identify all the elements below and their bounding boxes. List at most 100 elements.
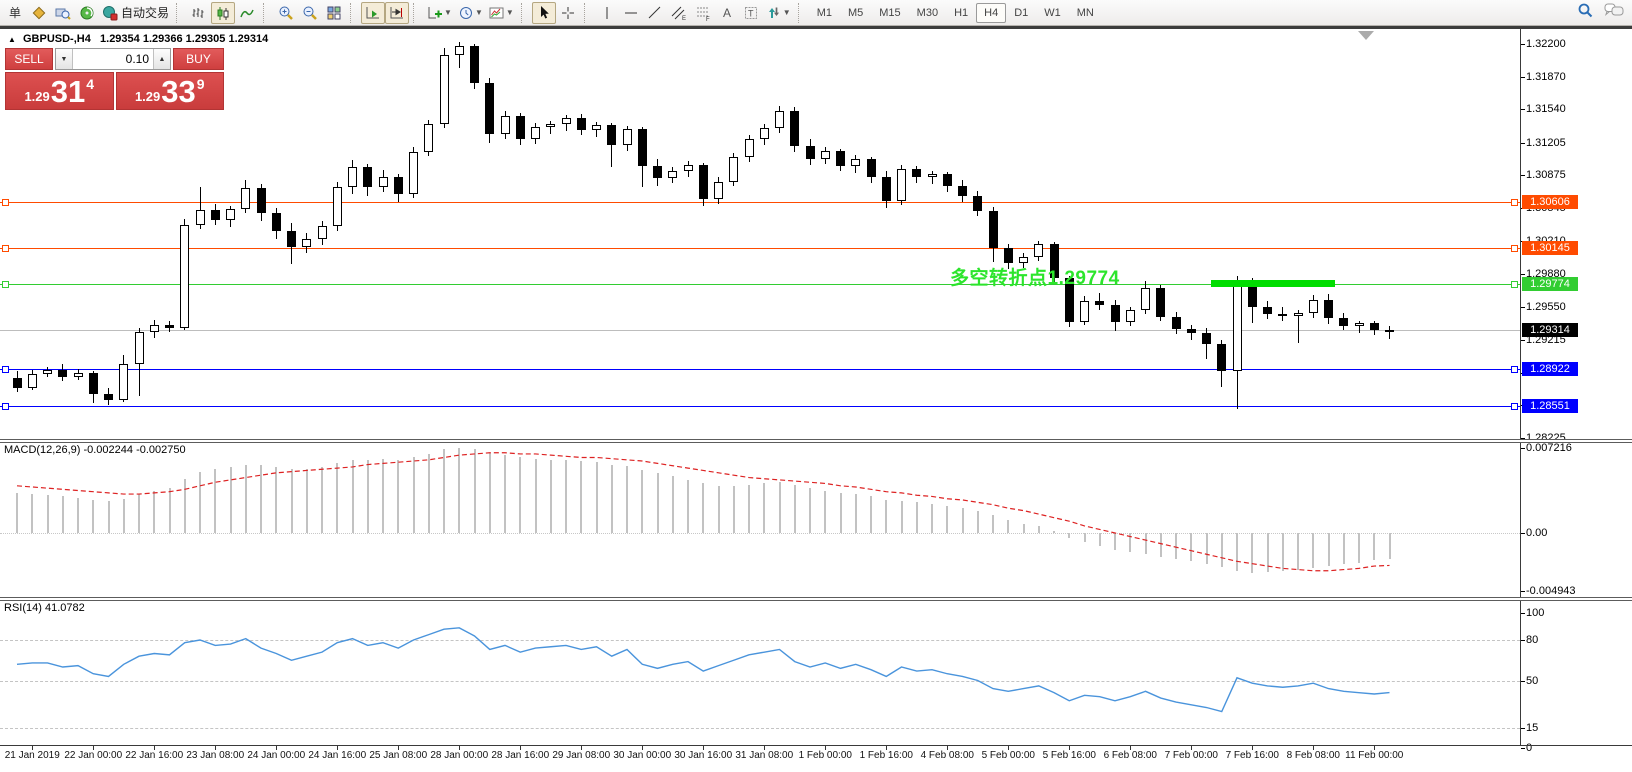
time-axis-label: 28 Jan 00:00 [430,750,488,761]
chat-icon[interactable] [1604,2,1624,23]
svg-text:F: F [706,17,710,21]
candle [302,239,311,247]
level-line-handle[interactable] [2,366,9,373]
vertical-line-icon[interactable] [595,2,619,24]
current-price-line [0,330,1520,331]
autoscroll-icon[interactable] [361,2,385,24]
chart-shift-icon[interactable] [385,2,409,24]
level-line-1.28922[interactable] [0,369,1520,370]
buy-price-prefix: 1.29 [135,89,160,104]
crosshair-icon[interactable] [556,2,580,24]
indicators-icon[interactable]: ▼ [424,2,455,24]
level-line-1.30145[interactable] [0,248,1520,249]
data-window-icon[interactable] [75,2,99,24]
candle [165,325,174,329]
market-watch-icon[interactable] [27,2,51,24]
tile-windows-icon[interactable] [322,2,346,24]
level-line-handle[interactable] [1511,403,1518,410]
level-line-handle[interactable] [2,403,9,410]
level-line-handle[interactable] [2,281,9,288]
zoom-out-icon[interactable] [298,2,322,24]
sell-price-display[interactable]: 1.29 31 4 [5,72,114,110]
level-line-handle[interactable] [1511,366,1518,373]
timeframe-MN[interactable]: MN [1069,3,1102,23]
macd-histogram-bar [138,494,140,533]
print-preview-icon[interactable] [51,2,75,24]
candle [806,146,815,159]
equidistant-channel-icon[interactable]: E [667,2,691,24]
level-line-handle[interactable] [1511,245,1518,252]
pivot-highlight-segment[interactable] [1211,280,1335,287]
timeframe-M30[interactable]: M30 [909,3,946,23]
fibonacci-icon[interactable]: F [691,2,715,24]
sell-button[interactable]: SELL [5,48,53,70]
chart-area[interactable]: 1.306061.301451.297741.289221.285511.293… [0,0,1632,772]
timeframe-D1[interactable]: D1 [1006,3,1036,23]
candle [714,182,723,199]
chart-shift-marker-icon[interactable] [1358,31,1374,40]
text-label-icon[interactable]: T [739,2,763,24]
timeframe-H4[interactable]: H4 [976,3,1006,23]
candle [440,55,449,124]
volume-increase-button[interactable]: ▲ [153,49,170,69]
line-chart-icon[interactable] [235,2,259,24]
time-axis-label: 23 Jan 08:00 [186,750,244,761]
macd-pane-separator[interactable] [0,439,1632,443]
cursor-icon[interactable] [532,2,556,24]
volume-decrease-button[interactable]: ▼ [56,49,73,69]
bar-chart-icon[interactable] [187,2,211,24]
new-order-button[interactable]: 单 [3,2,27,24]
timeframe-M1[interactable]: M1 [809,3,840,23]
candle [973,196,982,211]
macd-histogram-bar [870,496,872,533]
level-line-handle[interactable] [1511,281,1518,288]
autotrading-button[interactable]: 自动交易 [99,2,172,24]
macd-zero-line [0,533,1520,534]
templates-icon[interactable]: ▼ [486,2,517,24]
collapse-panel-icon[interactable]: ▲ [8,35,16,44]
time-axis-label: 22 Jan 16:00 [125,750,183,761]
buy-price-display[interactable]: 1.29 33 9 [116,72,225,110]
zoom-in-icon[interactable] [274,2,298,24]
level-line-handle[interactable] [2,245,9,252]
level-line-1.30606[interactable] [0,202,1520,203]
macd-histogram-bar [291,469,293,533]
arrows-icon[interactable]: ▼ [763,2,794,24]
candle [1080,301,1089,322]
macd-histogram-bar [108,501,110,533]
timeframe-M5[interactable]: M5 [840,3,871,23]
macd-histogram-bar [1282,533,1284,571]
buy-button[interactable]: BUY [173,48,224,70]
candle [1034,244,1043,257]
candle [89,373,98,394]
rsi-axis-tick [1521,681,1525,682]
time-axis-label: 30 Jan 00:00 [613,750,671,761]
volume-value[interactable]: 0.10 [73,49,153,69]
trendline-icon[interactable] [643,2,667,24]
macd-histogram-bar [1373,533,1375,560]
time-axis-label: 24 Jan 16:00 [308,750,366,761]
macd-histogram-bar [321,467,323,533]
candle [1233,282,1242,371]
timeframe-H1[interactable]: H1 [946,3,976,23]
macd-histogram-bar [1251,533,1253,573]
buy-price-main: 33 [161,77,195,107]
level-line-handle[interactable] [1511,199,1518,206]
price-level-label: 1.30606 [1522,195,1578,209]
price-axis-tick [1521,307,1525,308]
timeframe-M15[interactable]: M15 [871,3,908,23]
macd-histogram-bar [260,465,262,533]
timeframe-W1[interactable]: W1 [1036,3,1069,23]
chart-window-top-border [0,26,1632,29]
macd-histogram-bar [931,504,933,534]
candlestick-chart-icon[interactable] [211,2,235,24]
rsi-pane-separator[interactable] [0,597,1632,601]
text-icon[interactable]: A [715,2,739,24]
search-icon[interactable] [1577,2,1594,24]
macd-histogram-bar [382,459,384,533]
horizontal-line-icon[interactable] [619,2,643,24]
level-line-handle[interactable] [2,199,9,206]
level-line-1.28551[interactable] [0,406,1520,407]
candle [1339,318,1348,327]
periods-icon[interactable]: ▼ [455,2,486,24]
